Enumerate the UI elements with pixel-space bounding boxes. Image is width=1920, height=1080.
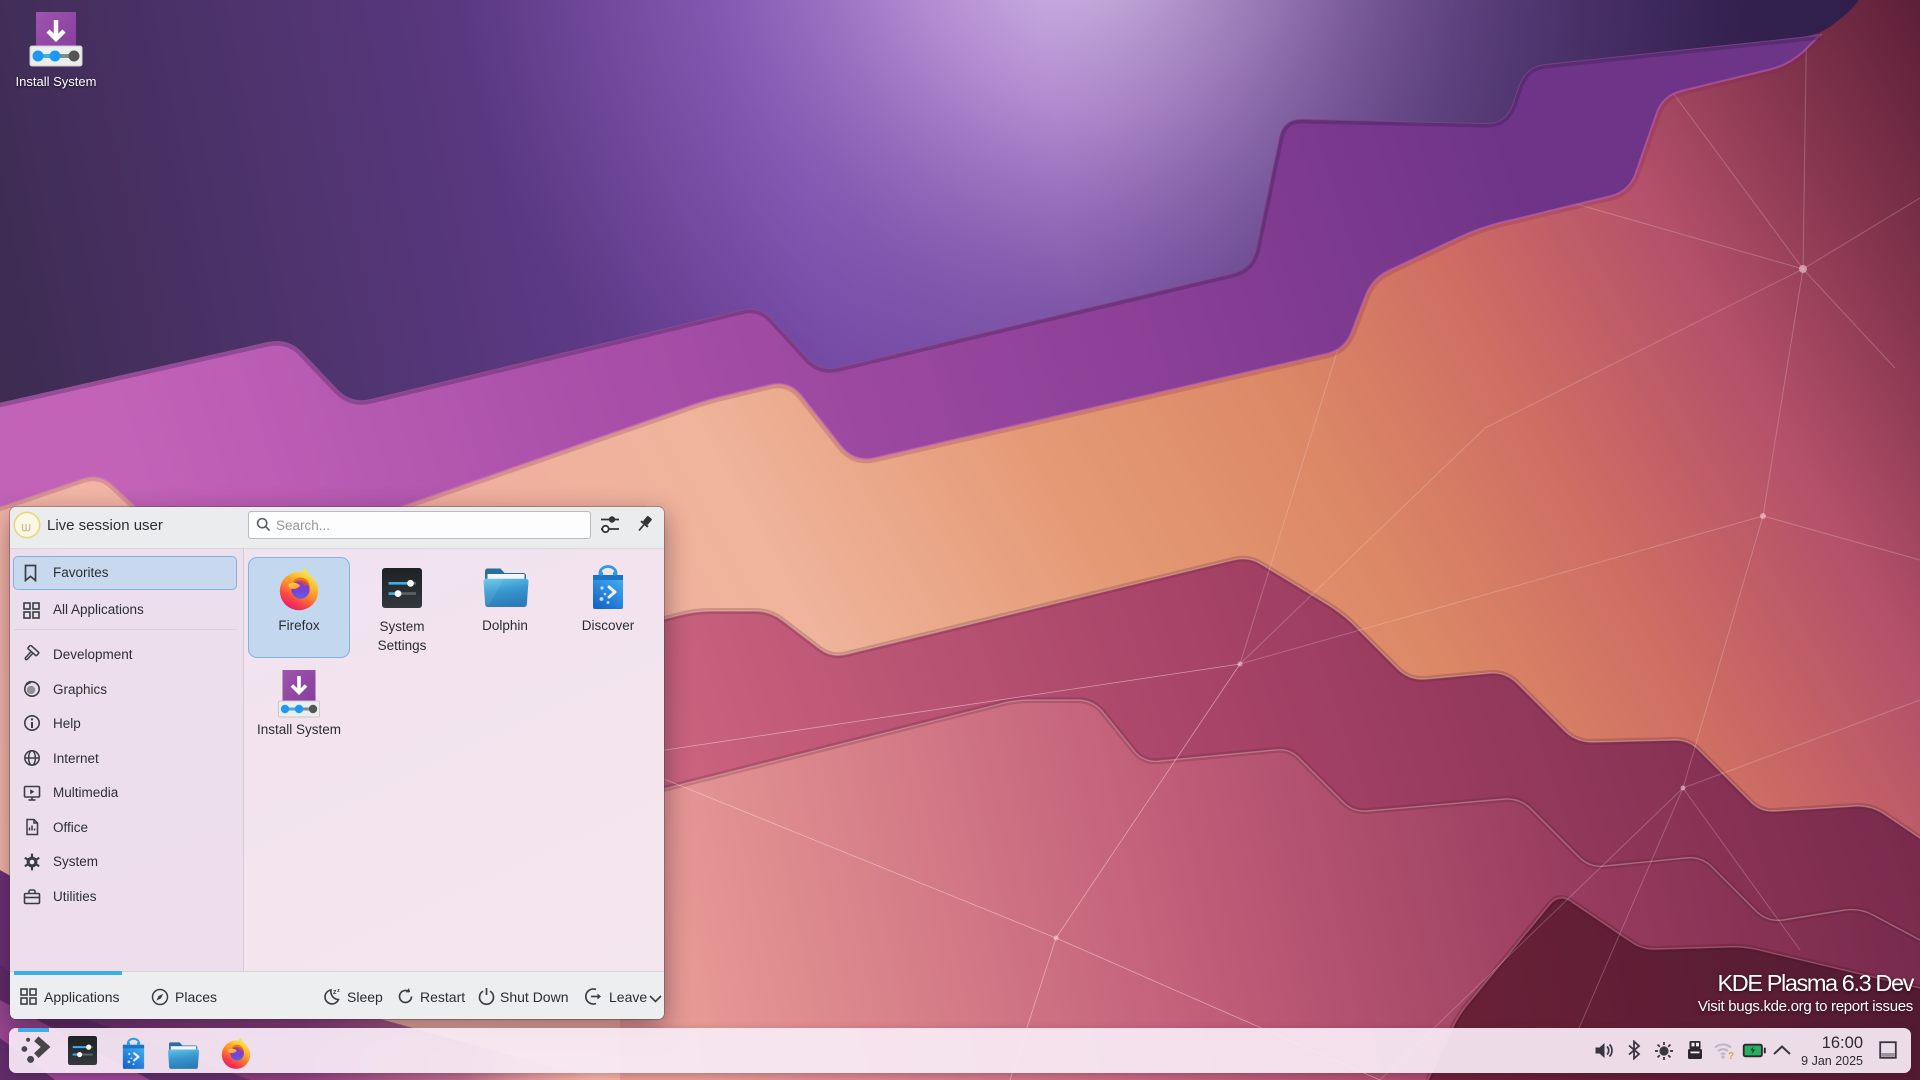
svg-text:z: z (337, 988, 340, 994)
svg-text:?: ? (1728, 1051, 1734, 1060)
